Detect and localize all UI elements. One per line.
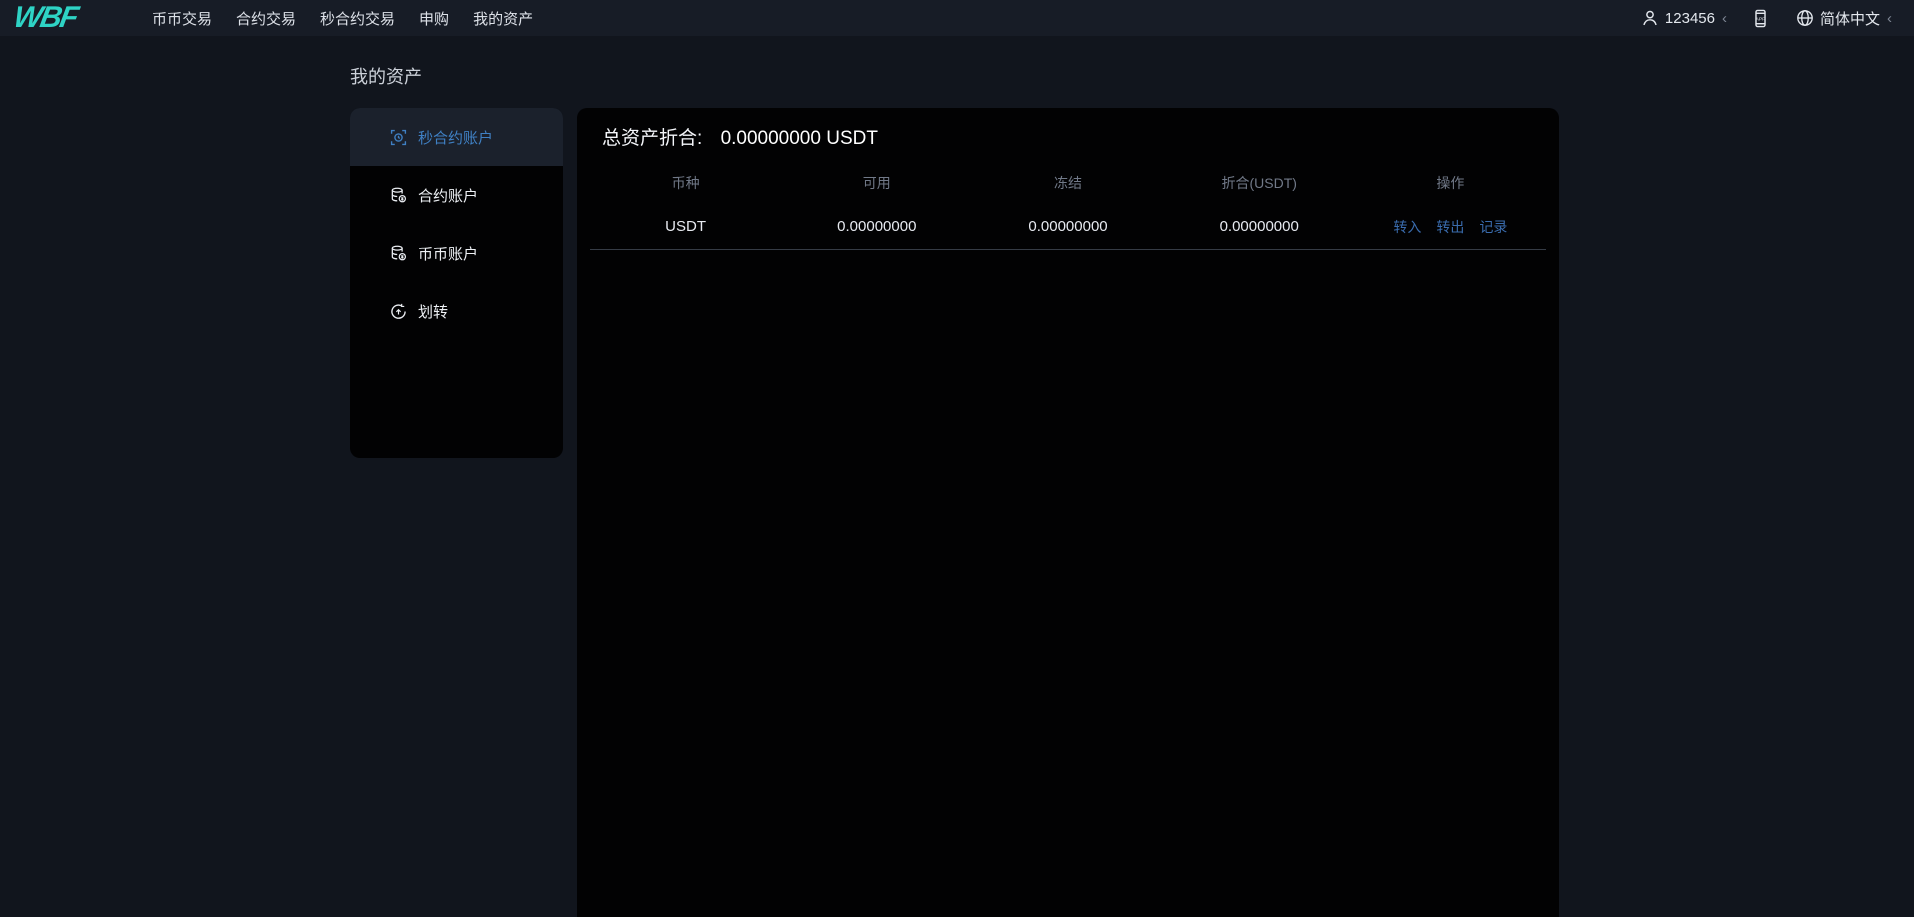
currency-cell: USDT — [590, 218, 781, 235]
table-row: USDT 0.00000000 0.00000000 0.00000000 转入… — [590, 204, 1546, 250]
frozen-cell: 0.00000000 — [972, 218, 1163, 235]
sidebar-item-second-contract-account[interactable]: 秒合约账户 — [350, 108, 563, 166]
total-assets-label: 总资产折合: — [602, 128, 702, 149]
table-header-row: 币种 可用 冻结 折合(USDT) 操作 — [590, 162, 1546, 204]
database-coin-icon — [390, 187, 407, 204]
scan-clock-icon — [390, 129, 407, 146]
navbar-right: 123456 ‹ APP 简体中文 ‹ — [1641, 8, 1892, 29]
top-navbar: WBF 币币交易 合约交易 秒合约交易 申购 我的资产 123456 ‹ APP — [0, 0, 1914, 36]
converted-cell: 0.00000000 — [1164, 218, 1355, 235]
page-body: 我的资产 秒合约账户 — [0, 63, 1914, 917]
header-cell-currency: 币种 — [590, 173, 781, 193]
total-assets-value: 0.00000000 USDT — [721, 128, 878, 149]
assets-table: 币种 可用 冻结 折合(USDT) 操作 USDT 0.00000000 0.0… — [590, 162, 1546, 250]
language-selector[interactable]: 简体中文 ‹ — [1796, 8, 1892, 29]
header-cell-converted: 折合(USDT) — [1164, 173, 1355, 193]
content-area: 秒合约账户 合约账户 — [350, 108, 1914, 917]
brand-logo[interactable]: WBF — [11, 0, 125, 36]
transfer-in-link[interactable]: 转入 — [1393, 217, 1421, 237]
sidebar-item-label: 合约账户 — [418, 185, 478, 206]
globe-icon — [1796, 9, 1814, 27]
language-label: 简体中文 — [1820, 8, 1880, 29]
sidebar-item-transfer[interactable]: 划转 — [350, 282, 563, 340]
database-coin-icon — [390, 245, 407, 262]
app-download-icon[interactable]: APP — [1751, 9, 1770, 28]
user-icon — [1641, 9, 1659, 27]
main-nav: 币币交易 合约交易 秒合约交易 申购 我的资产 — [152, 8, 533, 29]
sidebar-item-spot-account[interactable]: 币币账户 — [350, 224, 563, 282]
transfer-circle-icon — [390, 303, 407, 320]
user-menu[interactable]: 123456 ‹ — [1641, 9, 1727, 27]
header-cell-frozen: 冻结 — [972, 173, 1163, 193]
total-assets-line: 总资产折合: 0.00000000 USDT — [577, 108, 1559, 150]
page-title: 我的资产 — [350, 63, 1914, 89]
svg-text:APP: APP — [1756, 16, 1767, 22]
actions-cell: 转入 转出 记录 — [1355, 217, 1546, 237]
available-cell: 0.00000000 — [781, 218, 972, 235]
transfer-out-link[interactable]: 转出 — [1436, 217, 1464, 237]
nav-item-contract-trading[interactable]: 合约交易 — [236, 8, 296, 29]
user-id-label: 123456 — [1665, 10, 1715, 27]
nav-item-subscription[interactable]: 申购 — [419, 8, 449, 29]
nav-item-spot-trading[interactable]: 币币交易 — [152, 8, 212, 29]
sidebar-item-contract-account[interactable]: 合约账户 — [350, 166, 563, 224]
assets-panel: 总资产折合: 0.00000000 USDT 币种 可用 冻结 折合(USDT)… — [577, 108, 1559, 917]
header-cell-actions: 操作 — [1355, 173, 1546, 193]
records-link[interactable]: 记录 — [1479, 217, 1507, 237]
header-cell-available: 可用 — [781, 173, 972, 193]
sidebar-item-label: 划转 — [418, 301, 448, 322]
nav-item-my-assets[interactable]: 我的资产 — [473, 8, 533, 29]
user-chevron-icon: ‹ — [1722, 11, 1727, 26]
account-sidebar: 秒合约账户 合约账户 — [350, 108, 563, 458]
sidebar-item-label: 币币账户 — [418, 243, 478, 264]
nav-item-second-contract-trading[interactable]: 秒合约交易 — [320, 8, 395, 29]
language-chevron-icon: ‹ — [1887, 11, 1892, 26]
sidebar-item-label: 秒合约账户 — [418, 127, 493, 148]
